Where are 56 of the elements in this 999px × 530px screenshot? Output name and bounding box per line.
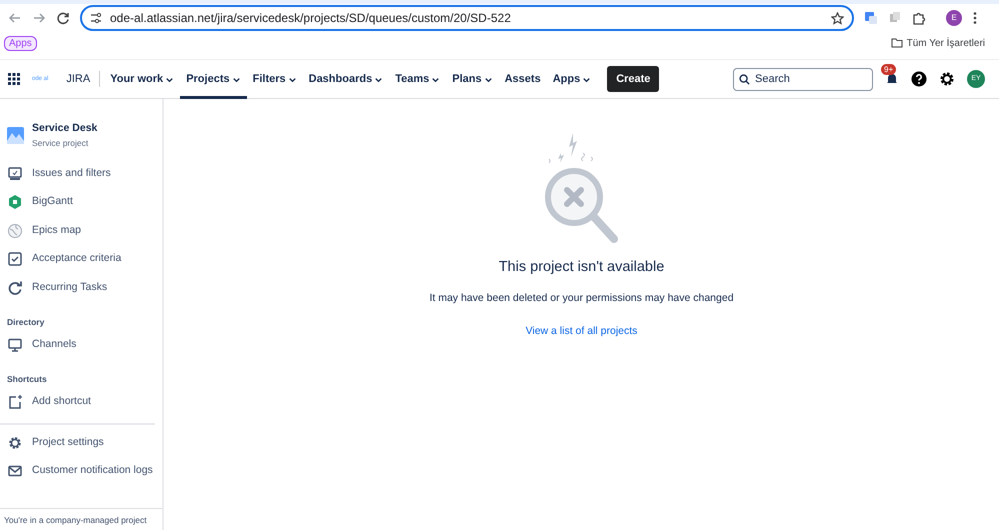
sidebar-item[interactable]: Recurring Tasks (0, 274, 162, 302)
nav-tab[interactable]: Projects (180, 59, 247, 99)
sidebar-item[interactable]: Acceptance criteria (0, 245, 162, 274)
footer-note: You're in a company-managed project (0, 508, 162, 530)
translate-icon[interactable] (864, 11, 878, 25)
hexagon-icon (7, 194, 23, 210)
settings-icon (7, 434, 23, 451)
add-shortcut-icon (7, 394, 23, 410)
more-icon[interactable] (972, 11, 978, 25)
back-icon[interactable] (8, 11, 22, 25)
sidebar-item[interactable]: BigGantt (0, 188, 162, 216)
nav-tab[interactable]: Apps (546, 59, 598, 99)
nav-tab[interactable]: Your work (104, 59, 180, 99)
globe-icon (7, 222, 23, 239)
bookmark-folder[interactable]: Tüm Yer İşaretleri (890, 36, 985, 50)
sidebar-item[interactable]: Customer notification logs (0, 457, 162, 486)
mail-icon (7, 463, 23, 480)
app-switcher-icon[interactable] (8, 73, 20, 85)
notification-count: 9+ (881, 64, 896, 75)
nav-tab[interactable]: Filters (246, 59, 303, 99)
project-name[interactable]: Service Desk (32, 121, 98, 137)
page-title: This project isn't available (498, 258, 664, 277)
address-bar[interactable]: ode-al.atlassian.net/jira/servicedesk/projects/SD/queues/custom/20/SD-522 (80, 5, 854, 31)
star-icon[interactable] (831, 12, 844, 24)
folder-icon (890, 38, 903, 48)
product-name[interactable]: JIRA (66, 70, 100, 88)
section-heading: Directory (6, 316, 46, 329)
help-icon[interactable] (911, 71, 927, 87)
nav-tab[interactable]: Dashboards (302, 59, 390, 99)
board-icon (7, 166, 23, 182)
sidebar-item[interactable]: Add shortcut (0, 388, 162, 416)
sidebar-item[interactable]: Epics map (0, 216, 162, 245)
bookmark-group[interactable]: Apps (4, 36, 37, 50)
reload-icon[interactable] (56, 11, 70, 25)
sidebar-item[interactable]: Channels (0, 330, 162, 360)
refresh-icon (7, 280, 23, 296)
projects-link[interactable]: View a list of all projects (526, 324, 638, 340)
sidebar-item[interactable]: Project settings (0, 428, 162, 457)
nav-tab[interactable]: Teams (389, 59, 446, 99)
nav-tab[interactable]: Assets (498, 59, 547, 99)
site-settings-icon[interactable] (90, 12, 102, 24)
checkbox-icon (7, 251, 23, 268)
nav-tab[interactable]: Plans (446, 59, 499, 99)
profile-avatar[interactable]: E (946, 10, 962, 26)
puzzle-icon[interactable] (912, 11, 926, 25)
sidebar-item[interactable]: Issues and filters (0, 160, 162, 188)
monitor-icon (7, 337, 23, 353)
message: It may have been deleted or your permissions may have changed (429, 290, 734, 306)
section-heading: Shortcuts (6, 373, 48, 386)
project-type: Service project (32, 136, 90, 150)
project-avatar-icon (7, 126, 24, 144)
create-button[interactable]: Create (607, 66, 660, 92)
forward-icon[interactable] (32, 11, 46, 25)
search-field[interactable]: Search (733, 68, 873, 90)
settings-icon[interactable] (939, 71, 955, 87)
bell-icon[interactable] (885, 72, 899, 86)
